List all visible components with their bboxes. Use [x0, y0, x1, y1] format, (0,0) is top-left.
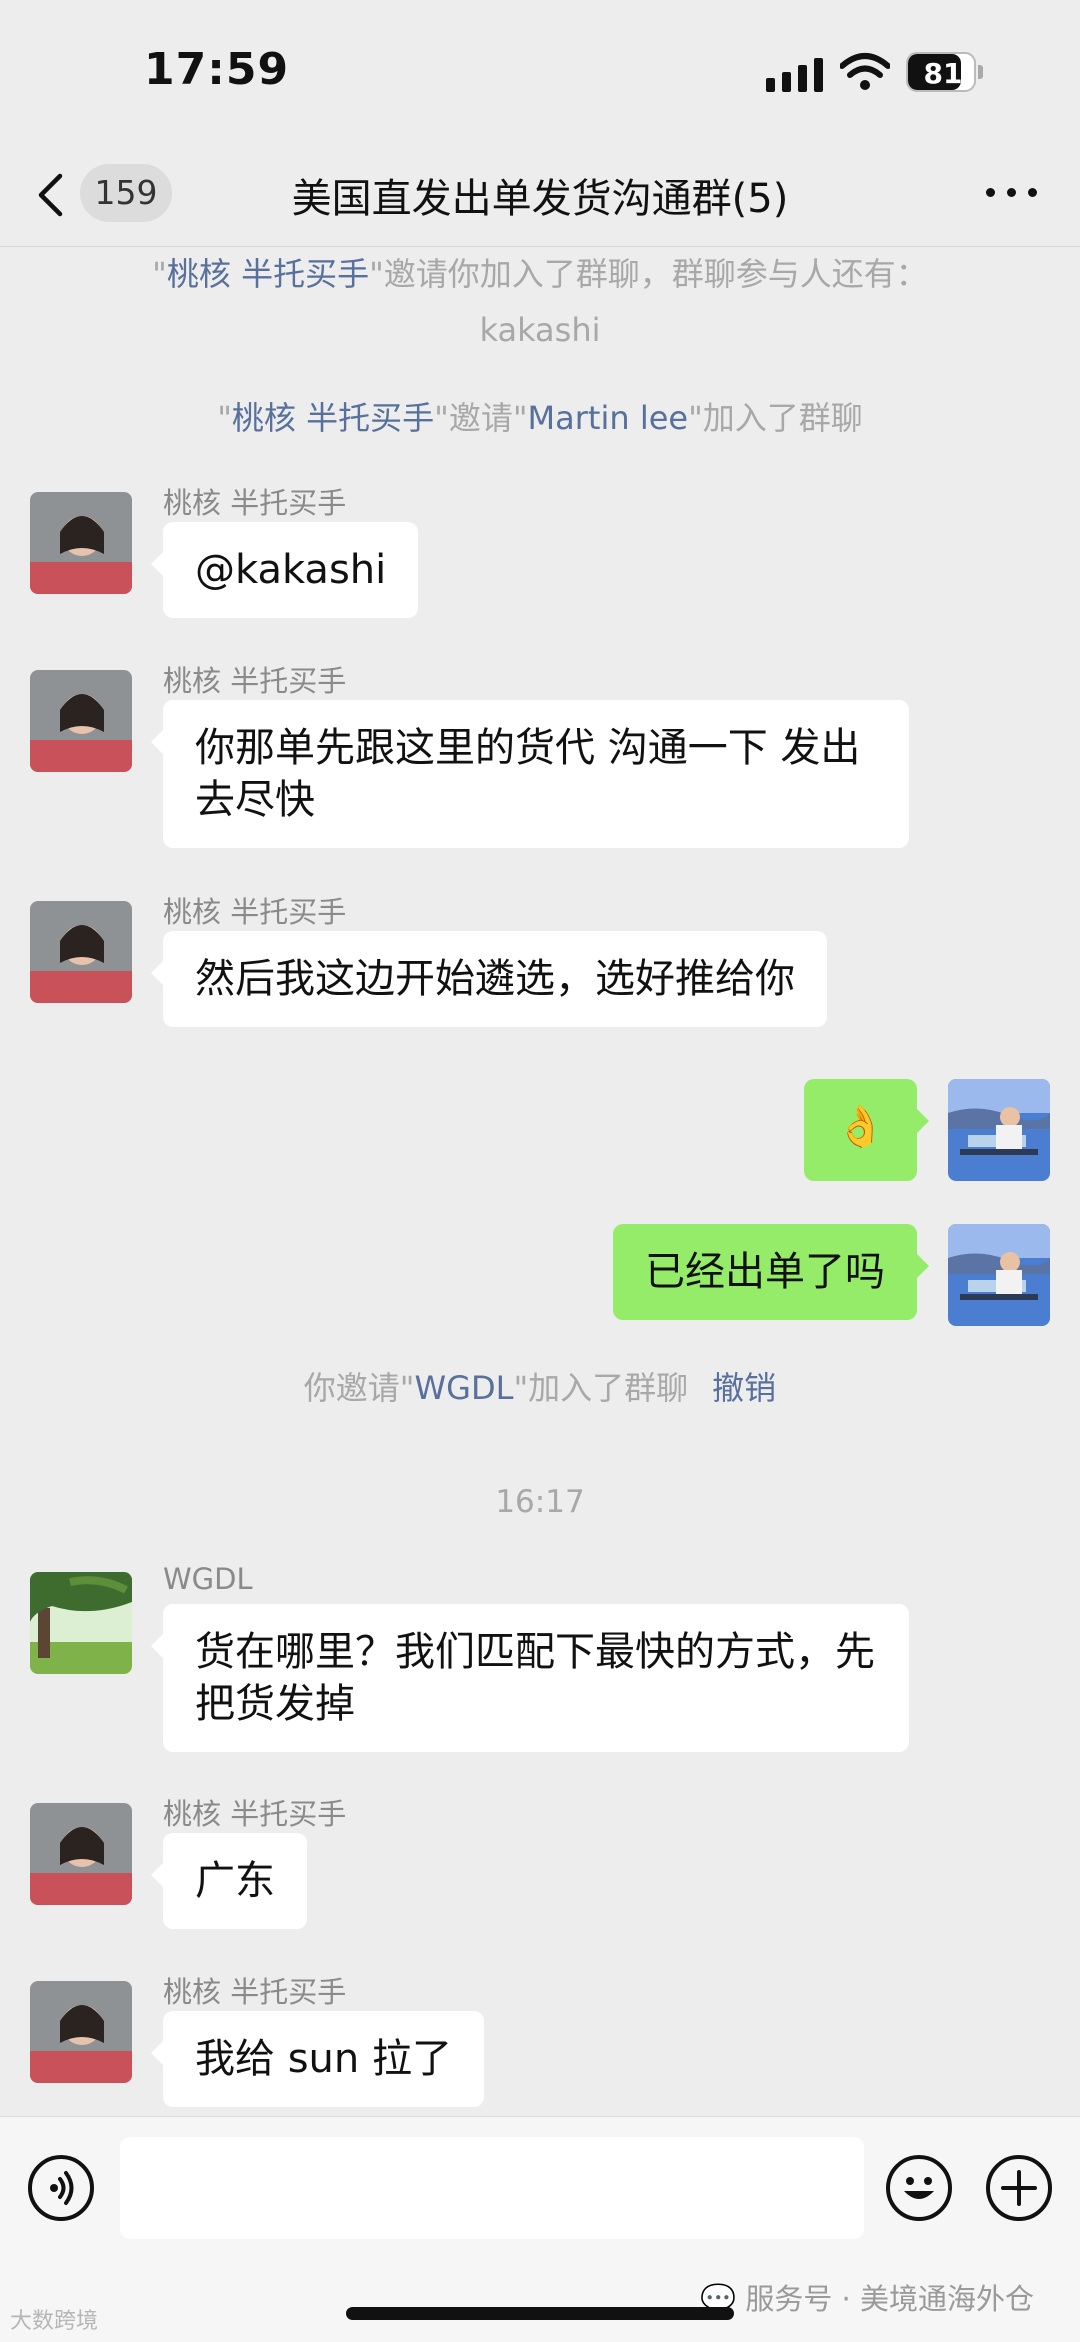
system-text: 你邀请" — [303, 1369, 415, 1407]
invitee-link[interactable]: Martin lee — [528, 399, 689, 437]
invitee-link[interactable]: WGDL — [415, 1369, 514, 1407]
watermark-account: 💬 服务号 · 美境通海外仓 — [700, 2276, 1034, 2318]
plus-icon — [1001, 2170, 1037, 2206]
message-bubble[interactable]: @kakashi — [150, 522, 419, 618]
avatar-taohe[interactable] — [30, 670, 132, 772]
cellular-signal-icon — [766, 58, 823, 92]
avatar-taohe[interactable] — [30, 1981, 132, 2083]
system-message-invite: "桃核 半托买手"邀请你加入了群聊，群聊参与人还有： kakashi — [60, 246, 1020, 358]
chat-header: 159 美国直发出单发货沟通群(5) — [0, 140, 1080, 247]
battery-icon: 81 — [906, 52, 984, 92]
emoji-button[interactable] — [886, 2155, 952, 2221]
time-separator: 16:17 — [495, 1484, 585, 1520]
voice-input-button[interactable] — [28, 2155, 94, 2221]
message-bubble[interactable]: 广东 — [151, 1833, 307, 1929]
message-bubble-mine[interactable]: 👌 — [804, 1079, 929, 1181]
avatar-wgdl[interactable] — [30, 1572, 132, 1674]
system-text: "加入了群聊 — [688, 399, 863, 437]
revoke-link[interactable]: 撤销 — [712, 1369, 776, 1407]
status-bar: 17:59 81 — [0, 0, 1080, 140]
system-text: "邀请" — [434, 399, 528, 437]
message-list[interactable]: "桃核 半托买手"邀请你加入了群聊，群聊参与人还有： kakashi "桃核 半… — [0, 246, 1080, 2116]
avatar-taohe[interactable] — [30, 1803, 132, 1905]
voice-icon — [50, 2171, 74, 2205]
message-bubble[interactable]: 我给 sun 拉了 — [151, 2011, 484, 2107]
message-bubble[interactable]: 你那单先跟这里的货代 沟通一下 发出去尽快 — [151, 700, 909, 848]
inviter-link[interactable]: 桃核 半托买手 — [232, 399, 434, 437]
system-text: "邀请你加入了群聊，群聊参与人还有： — [369, 255, 928, 293]
emoji-icon — [904, 2177, 934, 2199]
avatar-me[interactable] — [948, 1079, 1050, 1181]
message-input[interactable] — [120, 2137, 864, 2239]
participant-name: kakashi — [479, 311, 601, 349]
back-button[interactable]: 159 — [24, 154, 184, 228]
system-message-invite-wgdl: 你邀请"WGDL"加入了群聊 撤销 — [60, 1360, 1020, 1416]
message-bubble[interactable]: 然后我这边开始遴选，选好推给你 — [151, 931, 827, 1027]
quote-mark: " — [217, 399, 232, 437]
message-bubble[interactable]: 货在哪里？我们匹配下最快的方式，先把货发掉 — [151, 1604, 909, 1752]
system-message-invite-martin: "桃核 半托买手"邀请"Martin lee"加入了群聊 — [60, 390, 1020, 446]
watermark-logo-text: 大数跨境 — [10, 2309, 99, 2334]
sender-name: 桃核 半托买手 — [163, 1975, 347, 2009]
system-text: "加入了群聊 — [513, 1369, 689, 1407]
inviter-link[interactable]: 桃核 半托买手 — [167, 255, 369, 293]
avatar-taohe[interactable] — [30, 492, 132, 594]
sender-name: 桃核 半托买手 — [163, 1797, 347, 1831]
more-actions-button[interactable] — [986, 2155, 1052, 2221]
sender-name: 桃核 半托买手 — [163, 664, 347, 698]
sender-name: 桃核 半托买手 — [163, 486, 347, 520]
group-title: 美国直发出单发货沟通群(5) — [291, 176, 789, 222]
sender-name: WGDL — [163, 1562, 253, 1596]
more-options-button[interactable] — [972, 166, 1052, 216]
watermark-account-name: 服务号 · 美境通海外仓 — [745, 2282, 1034, 2316]
quote-mark: " — [152, 255, 167, 293]
unread-count-badge: 159 — [80, 164, 172, 222]
avatar-taohe[interactable] — [30, 901, 132, 1003]
home-indicator[interactable] — [346, 2307, 734, 2320]
chevron-left-icon — [38, 173, 63, 217]
wifi-icon — [840, 53, 890, 90]
message-bubble-mine[interactable]: 已经出单了吗 — [613, 1224, 929, 1320]
battery-level: 81 — [923, 57, 963, 90]
avatar-me[interactable] — [948, 1224, 1050, 1326]
status-time: 17:59 — [144, 44, 290, 95]
sender-name: 桃核 半托买手 — [163, 895, 347, 929]
